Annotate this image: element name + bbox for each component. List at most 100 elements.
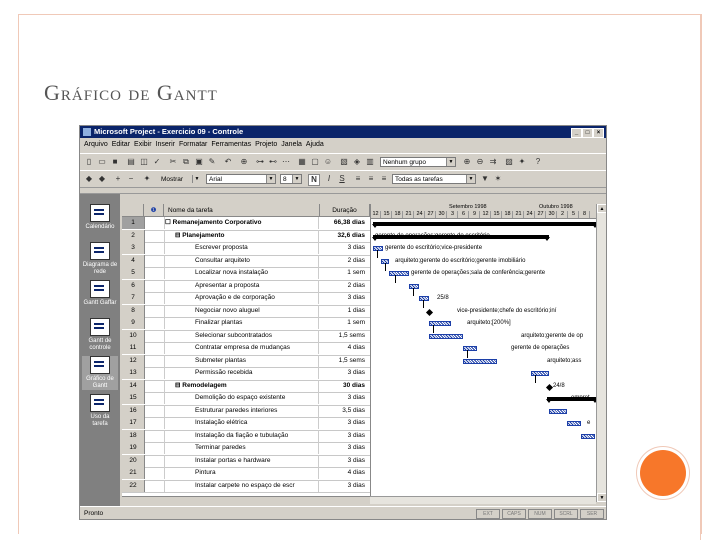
table-row[interactable]: 17 Instalação elétrica 3 dias bbox=[122, 417, 370, 431]
duration-cell[interactable]: 3 dias bbox=[320, 417, 368, 429]
duration-cell[interactable]: 3 dias bbox=[320, 480, 368, 492]
task-name-cell[interactable]: Apresentar a proposta bbox=[165, 279, 319, 292]
task-bar[interactable] bbox=[429, 333, 463, 339]
task-bar[interactable] bbox=[389, 271, 409, 276]
table-row[interactable]: 18 Instalação da fiação e tubulação 3 dias bbox=[122, 429, 370, 443]
open-icon[interactable]: ▭ bbox=[97, 157, 107, 167]
zoom-in-icon[interactable]: ⊕ bbox=[462, 157, 472, 167]
copy-wizard-icon[interactable]: ▨ bbox=[504, 157, 514, 167]
table-row[interactable]: 15 Demolição do espaço existente 3 dias bbox=[122, 392, 370, 406]
duration-cell[interactable]: 4 dias bbox=[320, 342, 368, 354]
duration-cell[interactable]: 32,6 dias bbox=[320, 230, 368, 242]
milestone[interactable] bbox=[545, 383, 554, 391]
view-bar-item[interactable]: Diagrama de rede bbox=[82, 242, 118, 276]
task-bar[interactable] bbox=[531, 371, 549, 376]
table-row[interactable]: 5 Localizar nova instalação 1 sem bbox=[122, 267, 370, 281]
show-icon[interactable]: ✦ bbox=[142, 174, 152, 184]
row-id[interactable]: 7 bbox=[122, 292, 145, 304]
task-name-cell[interactable]: Selecionar subcontratados bbox=[165, 329, 319, 342]
table-row[interactable]: 21 Pintura 4 dias bbox=[122, 467, 370, 481]
indent-less-icon[interactable]: + bbox=[113, 174, 123, 184]
table-row[interactable]: 6 Apresentar a proposta 2 dias bbox=[122, 279, 370, 293]
vertical-scrollbar[interactable]: ▲ ▼ bbox=[596, 204, 606, 502]
milestone[interactable] bbox=[425, 308, 434, 316]
task-name-cell[interactable]: Escrever proposta bbox=[165, 242, 319, 254]
scroll-down-icon[interactable]: ▼ bbox=[597, 493, 606, 502]
row-id[interactable]: 18 bbox=[122, 429, 145, 442]
view-bar-item[interactable]: Calendário bbox=[82, 204, 118, 231]
gantt-wizard-icon[interactable]: ✶ bbox=[493, 174, 503, 184]
close-button[interactable]: × bbox=[593, 128, 604, 138]
row-id[interactable]: 13 bbox=[122, 367, 145, 379]
menu-item[interactable]: Ajuda bbox=[306, 138, 324, 152]
task-bar[interactable] bbox=[581, 433, 595, 439]
row-id[interactable]: 15 bbox=[122, 392, 145, 404]
duration-cell[interactable]: 1,5 sems bbox=[320, 330, 368, 342]
format-painter-icon[interactable]: ✎ bbox=[207, 157, 217, 167]
task-bar[interactable] bbox=[567, 421, 581, 426]
menu-item[interactable]: Projeto bbox=[255, 138, 277, 152]
table-row[interactable]: 3 Escrever proposta 3 dias bbox=[122, 242, 370, 256]
task-info-icon[interactable]: ▦ bbox=[297, 157, 307, 167]
row-id[interactable]: 14 bbox=[122, 379, 145, 392]
duration-cell[interactable]: 3 dias bbox=[320, 455, 368, 467]
gantt-wizard-icon[interactable]: ✦ bbox=[517, 157, 527, 167]
task-bar[interactable] bbox=[373, 246, 383, 251]
table-row[interactable]: 2 ⊟ Planejamento 32,6 dias bbox=[122, 229, 370, 243]
undo-icon[interactable]: ↶ bbox=[223, 157, 233, 167]
task-name-cell[interactable]: Submeter plantas bbox=[165, 354, 319, 367]
task-bar[interactable] bbox=[419, 296, 429, 301]
underline-button[interactable]: S bbox=[337, 174, 347, 184]
font-size-combo[interactable]: 8 ▼ bbox=[280, 174, 302, 184]
row-id[interactable]: 2 bbox=[122, 229, 145, 242]
arrow-left-icon[interactable]: ◆ bbox=[84, 174, 94, 184]
row-id[interactable]: 11 bbox=[122, 342, 145, 354]
minimize-button[interactable]: _ bbox=[571, 128, 582, 138]
task-name-cell[interactable]: Instalar carpete no espaço de escr bbox=[165, 479, 319, 492]
zoom-out-icon[interactable]: ⊖ bbox=[475, 157, 485, 167]
duration-cell[interactable]: 3 dias bbox=[320, 292, 368, 304]
row-id[interactable]: 22 bbox=[122, 479, 145, 492]
cut-icon[interactable]: ✂ bbox=[168, 157, 178, 167]
task-name-cell[interactable]: Pintura bbox=[165, 467, 319, 479]
menu-item[interactable]: Exibir bbox=[134, 138, 152, 152]
menu-item[interactable]: Janela bbox=[281, 138, 302, 152]
task-bar[interactable] bbox=[463, 346, 477, 351]
copy-picture-icon[interactable]: ▧ bbox=[339, 157, 349, 167]
menu-item[interactable]: Ferramentas bbox=[211, 138, 251, 152]
duration-cell[interactable]: 3,5 dias bbox=[320, 405, 368, 417]
hyperlink-icon[interactable]: ⊕ bbox=[239, 157, 249, 167]
autofilter-icon[interactable]: ▼ bbox=[480, 174, 490, 184]
menu-item[interactable]: Formatar bbox=[179, 138, 207, 152]
task-name-cell[interactable]: Consultar arquiteto bbox=[165, 254, 319, 267]
view-bar-item[interactable]: Gráfico de Gantt bbox=[82, 356, 118, 390]
print-icon[interactable]: ▤ bbox=[126, 157, 136, 167]
row-id[interactable]: 6 bbox=[122, 279, 145, 292]
publish-icon[interactable]: ◈ bbox=[352, 157, 362, 167]
table-row[interactable]: 22 Instalar carpete no espaço de escr 3 di… bbox=[122, 479, 370, 493]
menu-item[interactable]: Inserir bbox=[156, 138, 175, 152]
duration-cell[interactable]: 1 sem bbox=[320, 267, 368, 279]
task-name-cell[interactable]: Estruturar paredes interiores bbox=[165, 404, 319, 417]
new-icon[interactable]: ▯ bbox=[84, 157, 94, 167]
task-name-cell[interactable]: ⊟ Planejamento bbox=[165, 229, 319, 242]
view-bar-item[interactable]: Gantt de controle bbox=[82, 318, 118, 352]
save-icon[interactable]: ■ bbox=[110, 157, 120, 167]
duration-cell[interactable]: 4 dias bbox=[320, 467, 368, 479]
row-id[interactable]: 19 bbox=[122, 442, 145, 454]
help-icon[interactable]: ? bbox=[533, 157, 543, 167]
italic-button[interactable]: I bbox=[324, 174, 334, 184]
summary-bar[interactable] bbox=[372, 222, 597, 228]
row-id[interactable]: 1 bbox=[122, 217, 145, 229]
view-bar-item[interactable]: Gantt Gaffar bbox=[82, 280, 118, 307]
task-name-cell[interactable]: Instalação da fiação e tubulação bbox=[165, 429, 319, 442]
table-row[interactable]: 12 Submeter plantas 1,5 sems bbox=[122, 354, 370, 368]
assign-resources-icon[interactable]: ☺ bbox=[323, 157, 333, 167]
entry-bar[interactable] bbox=[80, 184, 606, 194]
task-name-header[interactable]: Nome da tarefa bbox=[164, 204, 320, 217]
task-bar[interactable] bbox=[409, 283, 419, 289]
id-header[interactable] bbox=[122, 204, 144, 217]
task-name-cell[interactable]: ☐ Remanejamento Corporativo bbox=[165, 217, 319, 229]
task-name-cell[interactable]: Negociar novo aluguel bbox=[165, 304, 319, 317]
align-right-icon[interactable]: ≡ bbox=[379, 174, 389, 184]
